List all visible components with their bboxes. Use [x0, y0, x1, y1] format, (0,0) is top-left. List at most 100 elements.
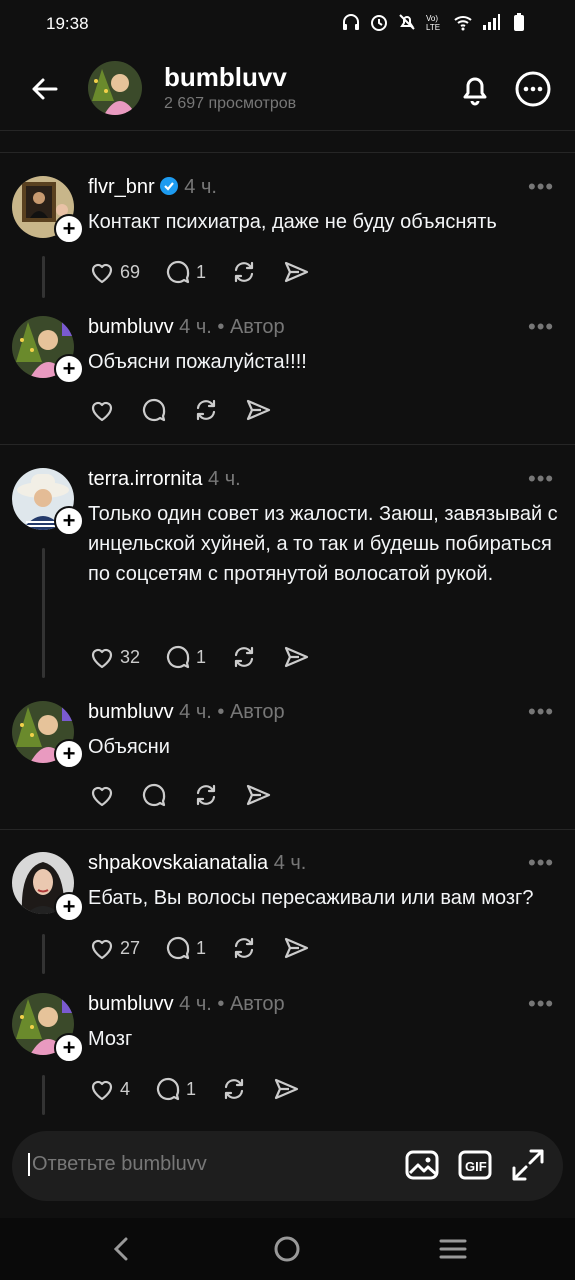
- post-more-icon[interactable]: •••: [528, 466, 554, 492]
- like-button[interactable]: 32: [88, 643, 140, 671]
- like-button[interactable]: [88, 781, 116, 809]
- repost-button[interactable]: [192, 781, 220, 809]
- thread-line: [42, 1075, 45, 1115]
- post-more-icon[interactable]: •••: [528, 850, 554, 876]
- post-username[interactable]: terra.irrornita 4 ч.: [88, 468, 241, 491]
- comment-button[interactable]: 1: [154, 1075, 196, 1103]
- post-text: Мозг: [88, 1028, 133, 1050]
- follow-plus-icon[interactable]: +: [54, 214, 84, 244]
- post-actions: [88, 781, 296, 809]
- post-actions: 4 1: [88, 1075, 324, 1103]
- back-arrow-icon[interactable]: [28, 72, 62, 106]
- username-text[interactable]: bumbluvv: [88, 701, 174, 723]
- reply-count: 1: [196, 937, 207, 958]
- nav-back-icon[interactable]: [107, 1234, 137, 1264]
- reply-count: 1: [196, 261, 207, 282]
- post-actions: 32 1: [88, 643, 334, 671]
- like-count: 4: [120, 1078, 131, 1099]
- post-username[interactable]: bumbluvv 4 ч. • Автор: [88, 701, 285, 724]
- repost-button[interactable]: [220, 1075, 248, 1103]
- follow-plus-icon[interactable]: +: [54, 506, 84, 536]
- follow-plus-icon[interactable]: +: [54, 1033, 84, 1063]
- heart-icon: [91, 648, 113, 669]
- reply-bar: Ответьте bumbluvv GIF: [12, 1131, 563, 1201]
- thread-line: [42, 548, 45, 678]
- header-divider: [0, 130, 575, 131]
- thread-line: [42, 934, 45, 974]
- post-time: 4 ч.: [208, 468, 241, 490]
- header-avatar[interactable]: [88, 61, 142, 115]
- repost-icon: [196, 399, 216, 421]
- comment-icon: [156, 1077, 180, 1101]
- like-button[interactable]: 69: [88, 258, 140, 286]
- bell-icon[interactable]: [456, 70, 494, 108]
- share-icon: [246, 784, 271, 806]
- post-time: 4 ч.: [273, 852, 307, 874]
- username-text[interactable]: shpakovskaianatalia: [88, 852, 268, 874]
- repost-button[interactable]: [192, 396, 220, 424]
- repost-icon: [196, 784, 216, 806]
- header-username[interactable]: bumbluvv: [164, 62, 287, 93]
- author-tag: • Автор: [217, 993, 285, 1015]
- status-bar: 19:38 Vo) LTE: [0, 0, 575, 48]
- share-button[interactable]: [282, 258, 310, 286]
- follow-plus-icon[interactable]: +: [54, 739, 84, 769]
- post-username[interactable]: bumbluvv 4 ч. • Автор: [88, 993, 285, 1016]
- post-more-icon[interactable]: •••: [528, 991, 554, 1017]
- thread-separator: [0, 444, 575, 445]
- reply-input[interactable]: Ответьте bumbluvv: [28, 1153, 207, 1176]
- share-button[interactable]: [244, 781, 272, 809]
- comment-icon: [142, 783, 166, 807]
- comment-icon: [166, 936, 190, 960]
- share-button[interactable]: [244, 396, 272, 424]
- post-username[interactable]: bumbluvv 4 ч. • Автор: [88, 316, 285, 339]
- comment-button[interactable]: 1: [164, 934, 206, 962]
- username-text[interactable]: bumbluvv: [88, 316, 174, 338]
- comment-button[interactable]: 1: [164, 258, 206, 286]
- more-icon[interactable]: [514, 70, 552, 108]
- post-text: Только один совет из жалости. Заюш, завя…: [88, 503, 558, 585]
- svg-text:LTE: LTE: [426, 23, 440, 32]
- nav-home-icon[interactable]: [272, 1234, 302, 1264]
- signal-icon: [483, 14, 500, 30]
- alarm-icon: [371, 15, 387, 31]
- post-more-icon[interactable]: •••: [528, 174, 554, 200]
- comment-button[interactable]: [140, 396, 168, 424]
- username-text[interactable]: flvr_bnr: [88, 176, 155, 198]
- share-button[interactable]: [272, 1075, 300, 1103]
- repost-icon: [234, 646, 254, 668]
- follow-plus-icon[interactable]: +: [54, 354, 84, 384]
- username-text[interactable]: terra.irrornita: [88, 468, 202, 490]
- system-navbar: [0, 1218, 575, 1280]
- heart-icon: [91, 939, 113, 960]
- comment-button[interactable]: 1: [164, 643, 206, 671]
- expand-icon[interactable]: [510, 1147, 546, 1183]
- post-username[interactable]: shpakovskaianatalia 4 ч.: [88, 852, 306, 875]
- like-button[interactable]: 27: [88, 934, 140, 962]
- post-text: Контакт психиатра, даже не буду объяснят…: [88, 211, 497, 233]
- heart-icon: [91, 263, 113, 284]
- comment-button[interactable]: [140, 781, 168, 809]
- image-icon[interactable]: [404, 1147, 440, 1183]
- share-button[interactable]: [282, 934, 310, 962]
- repost-button[interactable]: [230, 934, 258, 962]
- post-username[interactable]: flvr_bnr 4 ч.: [88, 176, 217, 199]
- repost-button[interactable]: [230, 643, 258, 671]
- repost-button[interactable]: [230, 258, 258, 286]
- like-button[interactable]: [88, 396, 116, 424]
- headphones-icon: [343, 14, 359, 30]
- like-count: 69: [120, 261, 141, 282]
- thread-header: bumbluvv 2 697 просмотров: [0, 48, 575, 130]
- share-button[interactable]: [282, 643, 310, 671]
- post-more-icon[interactable]: •••: [528, 699, 554, 725]
- gif-icon[interactable]: GIF: [457, 1147, 493, 1183]
- follow-plus-icon[interactable]: +: [54, 892, 84, 922]
- post-more-icon[interactable]: •••: [528, 314, 554, 340]
- comment-icon: [166, 260, 190, 284]
- post-actions: [88, 396, 296, 424]
- thread-separator: [0, 829, 575, 830]
- like-button[interactable]: 4: [88, 1075, 130, 1103]
- post-time: 4 ч.: [179, 316, 212, 338]
- username-text[interactable]: bumbluvv: [88, 993, 174, 1015]
- nav-recents-icon[interactable]: [438, 1234, 468, 1264]
